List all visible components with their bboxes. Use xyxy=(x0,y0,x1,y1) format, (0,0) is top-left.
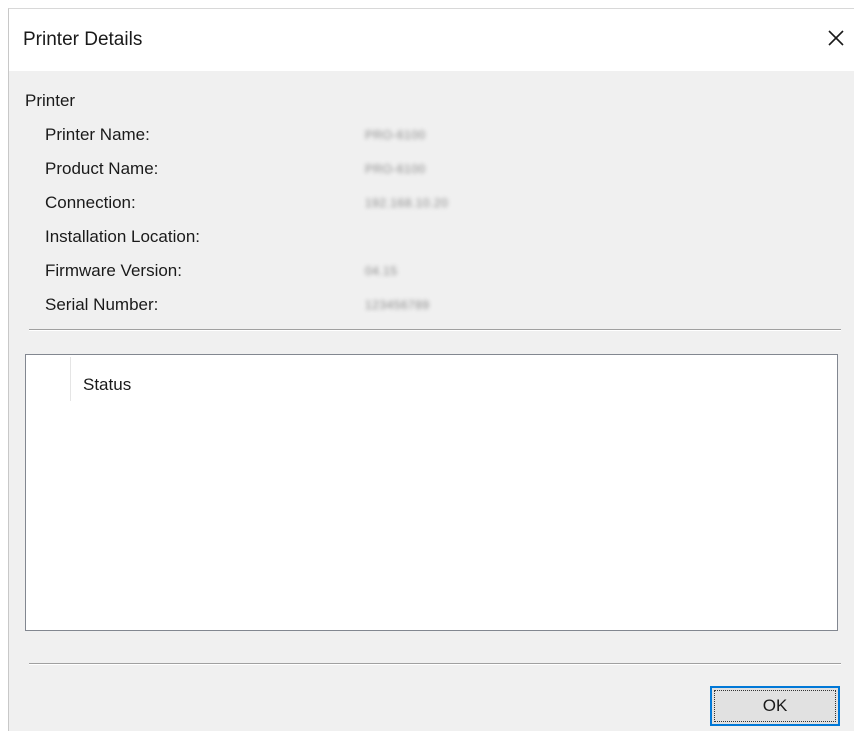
product-name-value: PRO-6100 xyxy=(365,162,426,176)
serial-number-row: Serial Number: 123456789 xyxy=(45,295,545,319)
printer-details-dialog: Printer Details Printer Printer Name: PR… xyxy=(8,8,854,731)
printer-name-label: Printer Name: xyxy=(45,125,150,144)
status-column-header[interactable]: Status xyxy=(83,375,131,395)
ok-button-label: OK xyxy=(762,696,788,715)
printer-section-label: Printer xyxy=(25,91,76,110)
title-bar: Printer Details xyxy=(9,9,854,71)
top-divider xyxy=(29,329,841,331)
close-icon xyxy=(828,30,844,46)
firmware-version-value: 04.15 xyxy=(365,264,398,278)
status-list[interactable]: Status xyxy=(25,354,838,631)
serial-number-value: 123456789 xyxy=(365,298,430,312)
page: Printer Details Printer Printer Name: PR… xyxy=(0,0,854,731)
close-button[interactable] xyxy=(819,21,853,55)
serial-number-label: Serial Number: xyxy=(45,295,159,314)
firmware-version-label: Firmware Version: xyxy=(45,261,182,280)
firmware-version-row: Firmware Version: 04.15 xyxy=(45,261,545,285)
installation-location-label: Installation Location: xyxy=(45,227,200,246)
connection-row: Connection: 192.168.10.20 xyxy=(45,193,545,217)
window-title: Printer Details xyxy=(23,29,143,50)
column-divider xyxy=(70,357,71,401)
connection-label: Connection: xyxy=(45,193,136,212)
installation-location-row: Installation Location: xyxy=(45,227,545,251)
ok-button[interactable]: OK xyxy=(710,686,840,726)
product-name-row: Product Name: PRO-6100 xyxy=(45,159,545,183)
printer-name-value: PRO-6100 xyxy=(365,128,426,142)
printer-name-row: Printer Name: PRO-6100 xyxy=(45,125,545,149)
bottom-divider xyxy=(29,663,841,665)
product-name-label: Product Name: xyxy=(45,159,159,178)
connection-value: 192.168.10.20 xyxy=(365,196,449,210)
